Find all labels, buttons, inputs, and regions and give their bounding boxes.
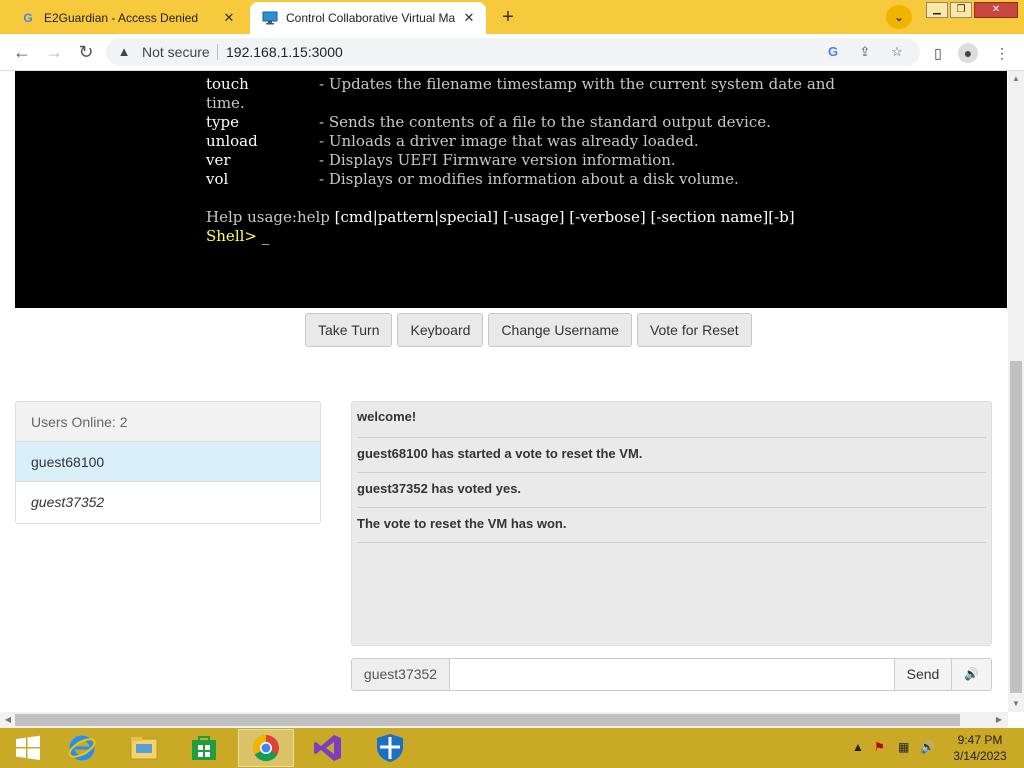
terminal-line: ver - Displays UEFI Firmware version info… <box>206 151 676 169</box>
vertical-scrollbar[interactable]: ▲ ▼ <box>1008 71 1024 712</box>
vm-display[interactable]: touch - Updates the filename timestamp wi… <box>15 71 1007 308</box>
terminal-line: unload - Unloads a driver image that was … <box>206 132 699 150</box>
terminal-help-line: Help usage:help [cmd|pattern|special] [-… <box>206 208 795 226</box>
monitor-icon <box>262 10 278 26</box>
windows-defender-icon[interactable] <box>362 729 418 767</box>
chat-username-label: guest37352 <box>351 658 450 691</box>
change-username-button[interactable]: Change Username <box>488 313 632 347</box>
chat-input[interactable] <box>450 658 894 691</box>
security-label[interactable]: Not secure <box>142 44 210 60</box>
send-button[interactable]: Send <box>894 658 952 691</box>
users-online-panel: Users Online: 2 guest68100 guest37352 <box>15 401 321 524</box>
vote-reset-button[interactable]: Vote for Reset <box>636 313 752 347</box>
system-clock[interactable]: 9:47 PM 3/14/2023 <box>940 732 1020 764</box>
network-icon[interactable]: ▦ <box>898 740 909 754</box>
scroll-thumb[interactable] <box>15 714 960 726</box>
chat-input-group: guest37352 Send 🔊 <box>351 658 992 691</box>
address-bar[interactable]: ▲ Not secure 192.168.1.15:3000 G ⇪ ☆ <box>106 38 920 66</box>
visual-studio-icon[interactable] <box>300 729 356 767</box>
clock-time: 9:47 PM <box>957 733 1003 747</box>
terminal-line: type - Sends the contents of a file to th… <box>206 113 771 131</box>
keyboard-button[interactable]: Keyboard <box>397 313 484 347</box>
horizontal-scrollbar[interactable]: ◀ ▶ <box>0 712 1008 728</box>
scroll-right-icon[interactable]: ▶ <box>994 715 1004 725</box>
tab-collabvm[interactable]: Control Collaborative Virtual Ma ✕ <box>250 2 486 34</box>
windows-taskbar: ▲ ⚑ ▦ 🔊 9:47 PM 3/14/2023 <box>0 728 1024 768</box>
volume-icon[interactable]: 🔊 <box>920 740 935 754</box>
chat-log: welcome! guest68100 has started a vote t… <box>351 401 992 646</box>
users-online-header: Users Online: 2 <box>16 402 320 442</box>
chrome-icon[interactable] <box>238 729 294 767</box>
windows-start-icon[interactable] <box>0 729 56 767</box>
action-center-flag-icon[interactable]: ⚑ <box>874 740 885 754</box>
profile-avatar-icon[interactable]: ● <box>958 43 978 63</box>
google-g-icon: G <box>23 11 33 25</box>
reload-icon[interactable]: ↻ <box>74 41 98 65</box>
close-tab-icon[interactable]: ✕ <box>460 9 478 27</box>
side-panel-icon[interactable]: ▯ <box>928 43 948 63</box>
back-arrow-icon[interactable]: ← <box>10 41 34 65</box>
user-list-item[interactable]: guest37352 <box>16 482 320 522</box>
minimize-button[interactable]: ▁ <box>926 2 948 18</box>
google-translate-icon[interactable]: G <box>824 44 842 60</box>
speaker-icon[interactable]: 🔊 <box>952 658 992 691</box>
chat-message: welcome! <box>357 402 986 438</box>
page-content: touch - Updates the filename timestamp wi… <box>0 71 1008 712</box>
terminal-line: vol - Displays or modifies information ab… <box>206 170 739 188</box>
windows-store-icon[interactable] <box>176 729 232 767</box>
chat-message: The vote to reset the VM has won. <box>357 508 986 543</box>
terminal-prompt: Shell> _ <box>206 227 270 245</box>
warning-icon[interactable]: ▲ <box>116 44 132 60</box>
share-icon[interactable]: ⇪ <box>856 44 874 60</box>
chevron-up-icon[interactable]: ▲ <box>852 740 864 754</box>
divider <box>217 44 218 60</box>
chevron-down-icon[interactable]: ⌄ <box>886 5 912 29</box>
clock-date: 3/14/2023 <box>953 749 1007 763</box>
terminal-line: time. <box>206 94 245 112</box>
tab-title: Control Collaborative Virtual Ma <box>286 11 456 25</box>
internet-explorer-icon[interactable] <box>54 729 110 767</box>
scroll-left-icon[interactable]: ◀ <box>3 715 13 725</box>
url-text[interactable]: 192.168.1.15:3000 <box>226 44 343 60</box>
chat-message: guest37352 has voted yes. <box>357 473 986 508</box>
take-turn-button[interactable]: Take Turn <box>305 313 393 347</box>
menu-kebab-icon[interactable]: ⋮ <box>992 43 1012 63</box>
tab-strip: G E2Guardian - Access Denied ✕ Control C… <box>0 0 1024 34</box>
bookmark-star-icon[interactable]: ☆ <box>888 44 906 60</box>
new-tab-button[interactable]: + <box>496 6 520 30</box>
close-window-button[interactable]: ✕ <box>974 2 1018 18</box>
file-explorer-icon[interactable] <box>116 729 172 767</box>
chat-message: guest68100 has started a vote to reset t… <box>357 438 986 473</box>
close-tab-icon[interactable]: ✕ <box>220 9 238 27</box>
maximize-button[interactable]: ❐ <box>950 2 972 18</box>
forward-arrow-icon[interactable]: → <box>42 41 66 65</box>
browser-toolbar: ← → ↻ ▲ Not secure 192.168.1.15:3000 G ⇪… <box>0 34 1024 71</box>
user-list-item[interactable]: guest68100 <box>16 442 320 482</box>
scroll-down-icon[interactable]: ▼ <box>1011 699 1021 709</box>
scroll-up-icon[interactable]: ▲ <box>1011 74 1021 84</box>
scroll-thumb[interactable] <box>1010 361 1022 693</box>
tab-e2guardian[interactable]: G E2Guardian - Access Denied ✕ <box>8 2 246 34</box>
vm-controls: Take Turn Keyboard Change Username Vote … <box>305 313 752 347</box>
tab-title: E2Guardian - Access Denied <box>44 11 199 25</box>
terminal-line: touch - Updates the filename timestamp wi… <box>206 75 836 93</box>
